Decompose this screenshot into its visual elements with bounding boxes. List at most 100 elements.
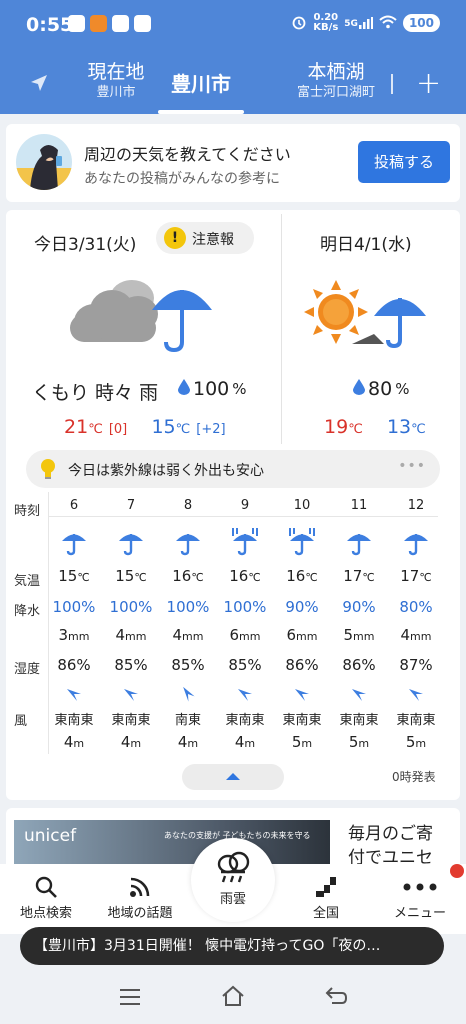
notification-icon xyxy=(68,15,85,32)
nav-local-topics[interactable]: 地域の話題 xyxy=(100,872,180,921)
nav-menu[interactable]: メニュー xyxy=(380,872,460,921)
hourly-precip-mm: 3mm xyxy=(46,626,102,644)
precip-mm-unit: mm xyxy=(125,630,147,643)
nav-label: メニュー xyxy=(393,906,446,921)
hourly-temp: 17℃ xyxy=(388,567,444,585)
hour-cell: 12 xyxy=(388,498,444,513)
humidity-value: 85% xyxy=(171,656,205,674)
umbrella-icon xyxy=(160,526,216,558)
recent-apps-icon[interactable] xyxy=(118,988,142,1006)
more-icon[interactable]: ••• xyxy=(398,458,426,474)
nav-nationwide[interactable]: 全国 xyxy=(286,872,366,921)
hourly-temp: 17℃ xyxy=(331,567,387,585)
temp-unit: ℃ xyxy=(348,422,363,437)
advisory-badge[interactable]: ! 注意報 xyxy=(156,222,254,254)
expand-hourly-button[interactable] xyxy=(182,764,284,790)
uv-info-banner[interactable]: 今日は紫外線は弱く外出も安心 ••• xyxy=(26,450,440,488)
location-tabs: 現在地 豊川市 豊川市 本栖湖 富士河口湖町 + xyxy=(0,52,466,114)
tab-motosuko[interactable]: 本栖湖 富士河口湖町 xyxy=(286,60,386,102)
home-icon[interactable] xyxy=(220,985,246,1007)
wind-speed-value: 4 xyxy=(177,733,188,751)
precip-mm-value: 6 xyxy=(229,626,240,644)
hourly-precip-mm: 4mm xyxy=(103,626,159,644)
wind-dir-value: 東南東 xyxy=(396,713,436,728)
post-prompt-card: 周辺の天気を教えてください あなたの投稿がみんなの参考に 投稿する xyxy=(6,124,460,202)
umbrella-icon xyxy=(103,526,159,558)
umbrella-icon xyxy=(331,526,387,558)
issued-time: 0時発表 xyxy=(392,770,436,784)
add-location-button[interactable]: + xyxy=(416,69,441,99)
tomorrow-low-value: 13 xyxy=(386,416,412,438)
hourly-wind-speed: 4m xyxy=(160,733,216,751)
wind-dir-value: 東南東 xyxy=(339,713,379,728)
today-high-value: 21 xyxy=(64,416,89,438)
hourly-wind-dir: 南東 xyxy=(160,709,216,728)
hourly-humidity: 85% xyxy=(160,656,216,674)
wind-dir-value: 東南東 xyxy=(54,713,94,728)
nav-search[interactable]: 地点検索 xyxy=(6,872,86,921)
hourly-wind-dir: 東南東 xyxy=(274,709,330,728)
precip-pct-value: 100% xyxy=(52,598,96,616)
nav-rain-radar[interactable]: 雨雲 xyxy=(191,838,275,922)
raindrop-icon xyxy=(353,378,365,400)
humidity-value: 86% xyxy=(285,656,319,674)
net-speed: 0.20 KB/s xyxy=(313,13,338,33)
post-button[interactable]: 投稿する xyxy=(358,141,450,183)
tomorrow-precip-unit: % xyxy=(395,380,410,398)
post-prompt-title: 周辺の天気を教えてください xyxy=(84,145,291,164)
ad-text-line: 毎月のご寄 xyxy=(348,824,433,844)
wind-arrow-icon xyxy=(217,686,273,702)
japan-map-icon xyxy=(286,872,366,902)
hourly-precip-pct: 80% xyxy=(388,598,444,616)
wind-speed-value: 5 xyxy=(348,733,359,751)
battery-icon: 100 xyxy=(402,14,440,32)
wind-arrow-icon xyxy=(160,686,216,702)
hour-cell: 8 xyxy=(160,498,216,513)
hourly-wind-speed: 4m xyxy=(217,733,273,751)
today-low-value: 15 xyxy=(151,416,176,438)
forecast-card: 今日3/31(火) ! 注意報 明日4/1(水) くもり 時々 雨 100% 2… xyxy=(6,210,460,800)
hourly-wind-dir: 東南東 xyxy=(331,709,387,728)
back-icon[interactable] xyxy=(324,986,348,1006)
hourly-temp: 16℃ xyxy=(274,567,330,585)
active-tab-indicator xyxy=(158,110,244,114)
precip-mm-value: 5 xyxy=(343,626,354,644)
precip-mm-value: 4 xyxy=(115,626,126,644)
tomorrow-date: 明日4/1(水) xyxy=(320,235,412,255)
precip-mm-value: 6 xyxy=(286,626,297,644)
today-high: 21℃ [0] xyxy=(64,416,127,438)
hourly-humidity: 86% xyxy=(46,656,102,674)
hourly-humidity: 85% xyxy=(217,656,273,674)
today-date: 今日3/31(火) xyxy=(34,235,137,255)
today-precip-unit: % xyxy=(232,380,247,398)
tab-toyokawa[interactable]: 豊川市 xyxy=(150,60,252,96)
row-label-precip: 降水 xyxy=(14,604,41,619)
humidity-value: 87% xyxy=(399,656,433,674)
today-high-diff: [0] xyxy=(108,422,128,437)
precip-pct-value: 100% xyxy=(166,598,210,616)
precip-mm-value: 4 xyxy=(400,626,411,644)
hour-label: 7 xyxy=(126,498,136,513)
ad-text[interactable]: 毎月のご寄 付でユニセ xyxy=(348,822,433,870)
wind-speed-value: 5 xyxy=(405,733,416,751)
precip-mm-value: 3 xyxy=(58,626,69,644)
hourly-precip-pct: 100% xyxy=(160,598,216,616)
precip-pct-value: 100% xyxy=(109,598,153,616)
tomorrow-high-value: 19 xyxy=(324,416,349,438)
notification-icon xyxy=(90,15,107,32)
precip-mm-unit: mm xyxy=(353,630,375,643)
umbrella-icon xyxy=(388,526,444,558)
hourly-humidity: 85% xyxy=(103,656,159,674)
nav-label: 地域の話題 xyxy=(107,906,173,921)
hourly-precip-mm: 4mm xyxy=(388,626,444,644)
wind-speed-unit: m xyxy=(187,737,199,750)
temp-unit: ℃ xyxy=(248,571,261,584)
today-low-diff: [+2] xyxy=(196,422,226,437)
tomorrow-high: 19℃ xyxy=(324,416,363,438)
today-precip-value: 100 xyxy=(193,378,230,400)
wind-dir-value: 東南東 xyxy=(111,713,151,728)
notification-icon xyxy=(134,15,151,32)
temp-unit: ℃ xyxy=(419,571,432,584)
news-ticker[interactable]: 【豊川市】3月31日開催！ 懐中電灯持ってGO「夜の… xyxy=(20,927,444,965)
wind-speed-unit: m xyxy=(130,737,142,750)
